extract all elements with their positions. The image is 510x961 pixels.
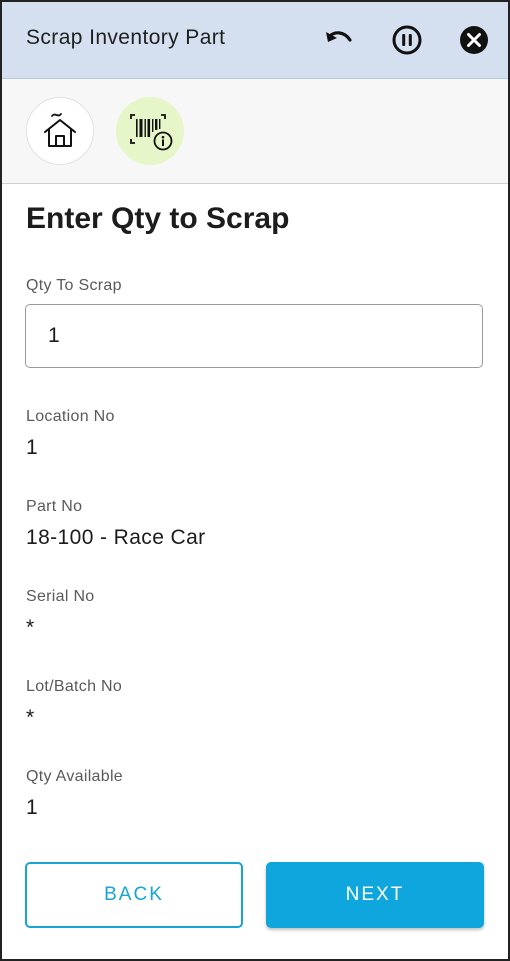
serial-no-label: Serial No	[26, 588, 95, 605]
app-window: Scrap Inventory Part Enter Qty to Scrap …	[0, 0, 510, 961]
barcode-info-button[interactable]	[116, 97, 184, 165]
pause-button[interactable]	[389, 22, 425, 58]
close-button[interactable]	[456, 22, 492, 58]
barcode-info-icon	[130, 114, 173, 151]
header-bar: Scrap Inventory Part	[2, 2, 508, 79]
back-button[interactable]: BACK	[25, 862, 243, 928]
page-title: Enter Qty to Scrap	[26, 202, 290, 235]
undo-button[interactable]	[320, 22, 356, 58]
qty-to-scrap-input[interactable]	[25, 304, 483, 368]
home-button[interactable]	[26, 97, 94, 165]
serial-no-value: *	[26, 616, 35, 639]
qty-available-label: Qty Available	[26, 768, 123, 785]
location-no-value: 1	[26, 436, 39, 459]
home-icon	[44, 113, 76, 147]
toolbar	[2, 79, 508, 184]
next-button[interactable]: NEXT	[266, 862, 484, 928]
lot-batch-no-value: *	[26, 706, 35, 729]
part-no-label: Part No	[26, 498, 83, 515]
pause-icon	[392, 25, 422, 55]
header-title: Scrap Inventory Part	[26, 26, 226, 49]
location-no-label: Location No	[26, 408, 115, 425]
qty-to-scrap-label: Qty To Scrap	[26, 277, 122, 294]
lot-batch-no-label: Lot/Batch No	[26, 678, 123, 695]
close-icon	[460, 26, 488, 54]
undo-icon	[326, 31, 352, 42]
part-no-value: 18-100 - Race Car	[26, 526, 206, 549]
qty-available-value: 1	[26, 796, 39, 819]
